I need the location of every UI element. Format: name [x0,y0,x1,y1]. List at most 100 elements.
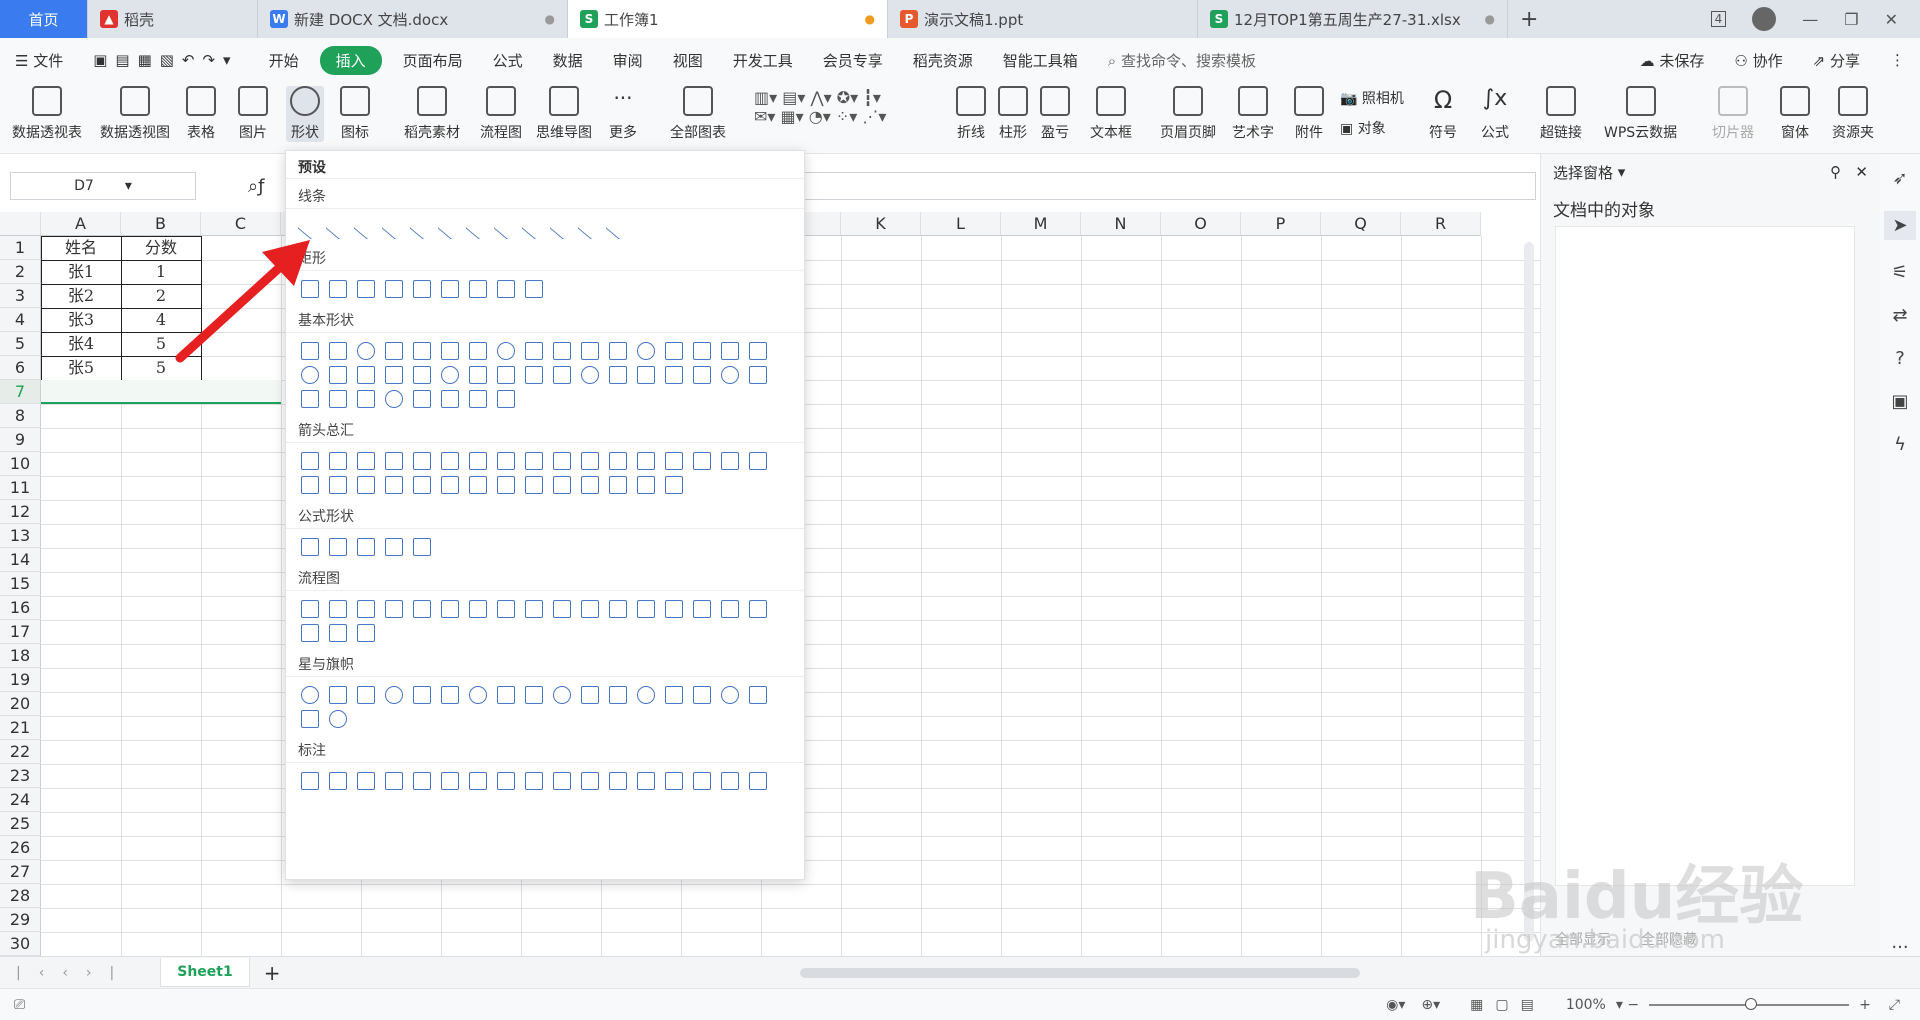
flowchart-button[interactable]: 流程图 [480,86,522,142]
shape-option[interactable] [413,600,431,618]
menu-item-formula[interactable]: 公式 [478,50,538,71]
shape-option[interactable] [605,214,631,240]
shape-option[interactable] [385,538,403,556]
shape-option[interactable] [469,686,487,704]
shape-option[interactable] [469,342,487,360]
shape-option[interactable] [385,280,403,298]
help-icon[interactable]: ? [1895,348,1905,369]
tab-workbook[interactable]: S 工作簿1 ● [568,0,888,38]
row-header[interactable]: 25 [0,812,41,836]
column-spark-button[interactable]: 柱形 [998,86,1028,142]
shape-option[interactable] [693,342,711,360]
shape-option[interactable] [497,600,515,618]
shape-option[interactable] [581,600,599,618]
row-header[interactable]: 1 [0,236,41,260]
pane-title[interactable]: 选择窗格 [1553,162,1613,183]
menu-item-data[interactable]: 数据 [538,50,598,71]
close-icon[interactable]: ● [535,12,555,26]
settings-slider-icon[interactable]: ⚟ [1892,262,1908,283]
column-header[interactable]: K [841,212,921,236]
image-tool-icon[interactable]: ▣ [1891,391,1908,412]
row-header[interactable]: 17 [0,620,41,644]
shape-option[interactable] [329,366,347,384]
select-all-corner[interactable] [0,212,41,236]
shape-option[interactable] [469,772,487,790]
more-dots-icon[interactable]: ··· [1891,937,1908,958]
menu-item-toolbox[interactable]: 智能工具箱 [988,50,1093,71]
shape-option[interactable] [693,772,711,790]
object-button[interactable]: ▣ 对象 [1340,118,1386,138]
header-footer-button[interactable]: 页眉页脚 [1160,86,1216,142]
shape-option[interactable] [357,538,375,556]
shape-option[interactable] [413,476,431,494]
row-header[interactable]: 23 [0,764,41,788]
shape-option[interactable] [497,772,515,790]
shape-option[interactable] [521,214,547,240]
menu-item-view[interactable]: 视图 [658,50,718,71]
shape-option[interactable] [609,342,627,360]
hyperlink-button[interactable]: 超链接 [1540,86,1582,142]
shape-option[interactable] [329,710,347,728]
shape-option[interactable] [749,600,767,618]
new-tab-button[interactable]: + [1508,0,1550,38]
shape-option[interactable] [581,366,599,384]
shape-option[interactable] [441,390,459,408]
shape-option[interactable] [301,342,319,360]
quick-access-icons[interactable]: ▣▤▦▧↶↷▾ [78,51,253,69]
shape-option[interactable] [609,476,627,494]
shape-option[interactable] [329,538,347,556]
shape-option[interactable] [329,686,347,704]
pivot-chart-button[interactable]: 数据透视图 [100,86,170,142]
row-header[interactable]: 19 [0,668,41,692]
shape-option[interactable] [749,452,767,470]
minimize-icon[interactable]: — [1802,10,1818,29]
row-header[interactable]: 29 [0,908,41,932]
shape-option[interactable] [665,600,683,618]
shape-option[interactable] [497,686,515,704]
daoke-material-button[interactable]: 稻壳素材 [404,86,460,142]
shape-option[interactable] [581,476,599,494]
avatar[interactable] [1752,7,1777,31]
shape-option[interactable] [385,342,403,360]
row-header[interactable]: 2 [0,260,41,284]
shape-option[interactable] [665,476,683,494]
row-header[interactable]: 15 [0,572,41,596]
shape-option[interactable] [357,686,375,704]
shape-option[interactable] [441,686,459,704]
shape-option[interactable] [441,342,459,360]
transform-icon[interactable]: ⇄ [1892,305,1907,326]
shape-option[interactable] [721,366,739,384]
shape-option[interactable] [721,686,739,704]
column-header[interactable]: Q [1321,212,1401,236]
wordart-button[interactable]: 艺术字 [1232,86,1274,142]
shape-option[interactable] [385,366,403,384]
icon-button[interactable]: 图标 [340,86,370,142]
tab-home[interactable]: 首页 [0,0,88,38]
camera-button[interactable]: 📷 照相机 [1340,88,1404,108]
row-header[interactable]: 5 [0,332,41,356]
shape-option[interactable] [637,600,655,618]
shape-option[interactable] [301,476,319,494]
table-button[interactable]: 表格 [186,86,216,142]
column-header[interactable]: A [41,212,121,236]
row-header[interactable]: 28 [0,884,41,908]
shape-option[interactable] [525,600,543,618]
column-header[interactable]: M [1001,212,1081,236]
shape-option[interactable] [581,686,599,704]
row-header[interactable]: 30 [0,932,41,956]
shape-option[interactable] [385,772,403,790]
shape-option[interactable] [665,342,683,360]
shape-option[interactable] [525,686,543,704]
shape-option[interactable] [581,452,599,470]
slicer-button[interactable]: 切片器 [1712,86,1754,142]
sheet-tab[interactable]: Sheet1 [160,958,250,987]
shape-option[interactable] [469,280,487,298]
eye-icon[interactable]: ◉▾ [1386,997,1405,1013]
shape-option[interactable] [609,600,627,618]
shape-option[interactable] [329,280,347,298]
shape-option[interactable] [357,476,375,494]
shape-option[interactable] [329,390,347,408]
wps-cloud-data-button[interactable]: WPS云数据 [1604,86,1677,142]
row-header[interactable]: 20 [0,692,41,716]
shape-option[interactable] [413,538,431,556]
